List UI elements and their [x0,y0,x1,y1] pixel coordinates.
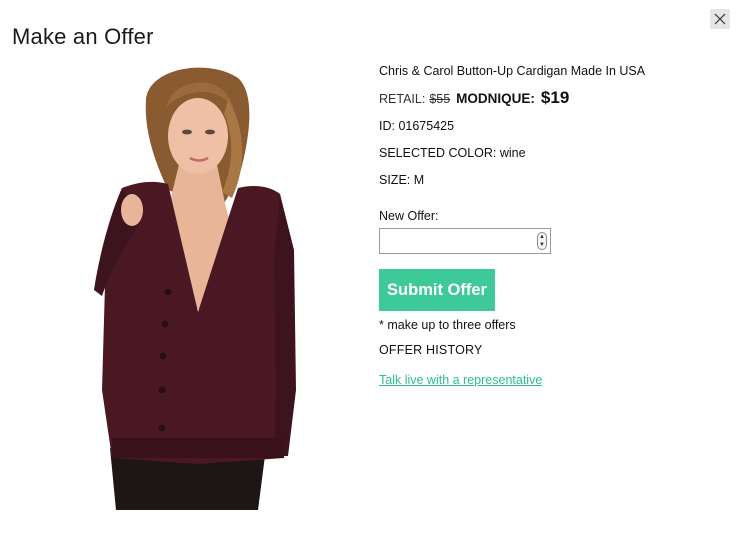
offer-input-wrapper: ▲ ▼ [379,228,551,254]
modnique-label: MODNIQUE: [456,91,535,106]
submit-offer-button[interactable]: Submit Offer [379,269,495,311]
retail-price: $55 [429,92,451,106]
product-id: ID: 01675425 [379,119,455,133]
product-image [94,67,296,510]
close-icon [714,13,726,25]
chevron-up-icon[interactable]: ▲ [539,234,545,240]
chevron-down-icon[interactable]: ▼ [539,242,545,248]
offer-spinner[interactable]: ▲ ▼ [537,232,547,250]
modnique-price: $19 [540,88,570,107]
new-offer-input[interactable] [380,229,542,253]
selected-size: SIZE: M [379,173,425,187]
retail-label: RETAIL: [379,92,426,106]
new-offer-label: New Offer: [379,209,439,223]
offer-history-heading: OFFER HISTORY [379,343,483,357]
price-line: RETAIL: $55 MODNIQUE: $19 [379,88,719,110]
talk-live-link[interactable]: Talk live with a representative [379,373,542,387]
product-details: Chris & Carol Button-Up Cardigan Made In… [379,64,719,387]
close-button[interactable] [710,9,730,29]
offer-limit-note: * make up to three offers [379,318,516,332]
modal-title: Make an Offer [12,23,154,49]
selected-color: SELECTED COLOR: wine [379,146,526,160]
product-name: Chris & Carol Button-Up Cardigan Made In… [379,64,646,78]
